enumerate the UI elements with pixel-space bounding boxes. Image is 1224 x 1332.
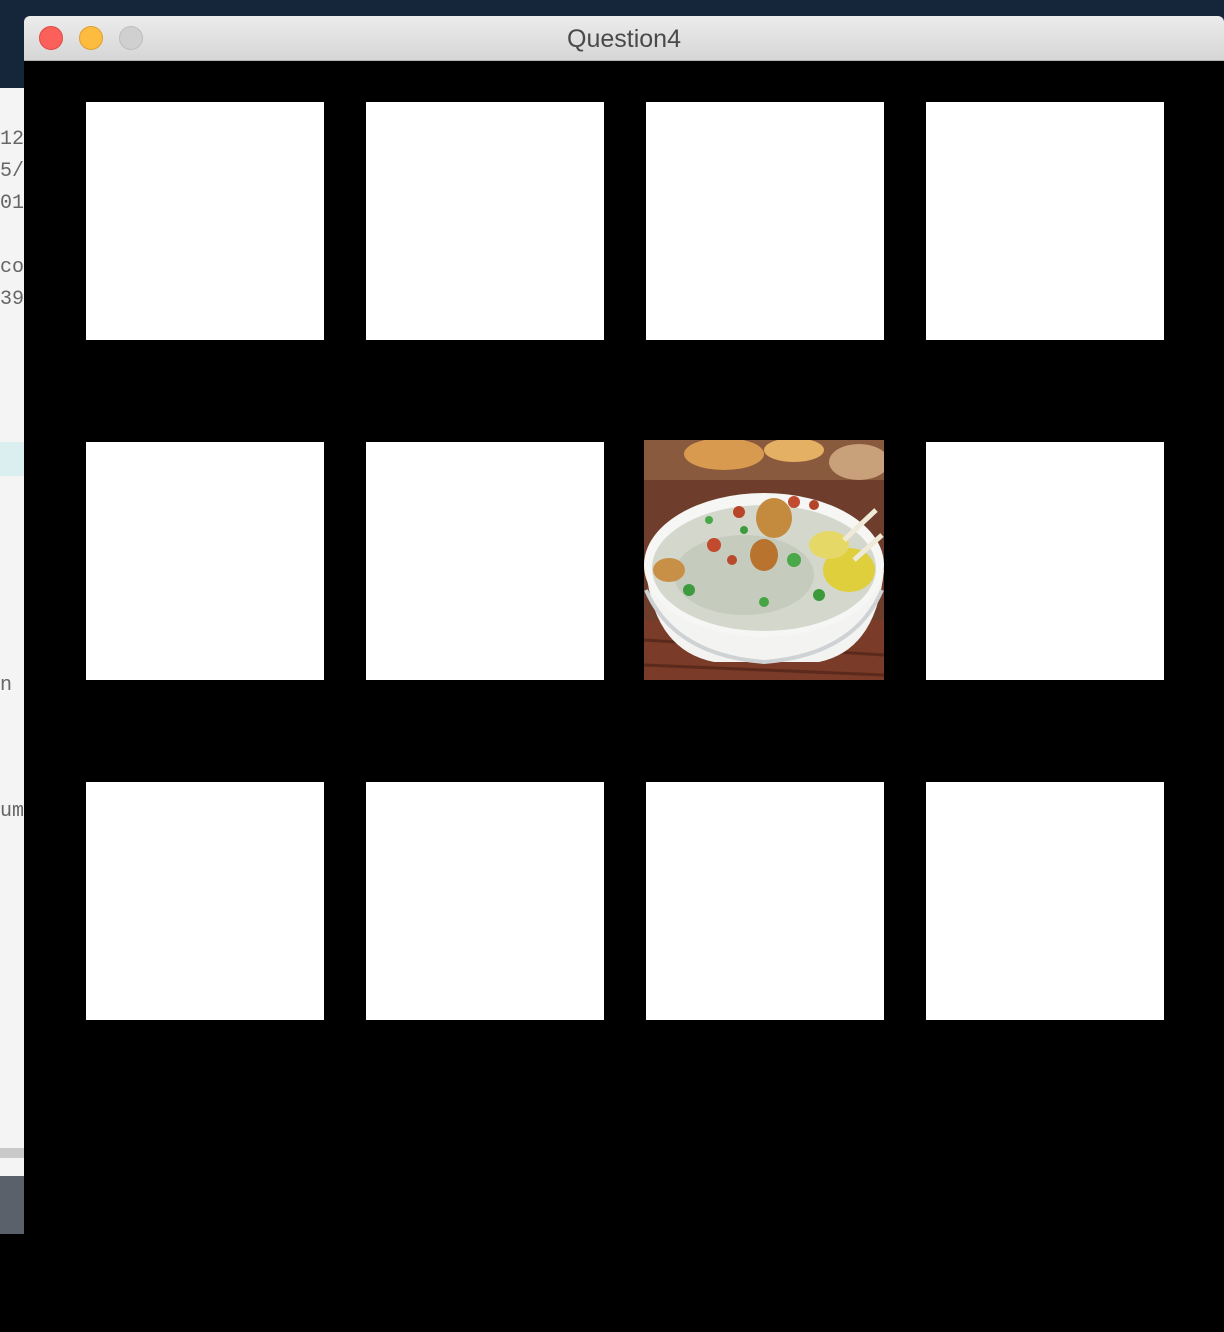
background-editor-window: 121 5/0 013 co 39% n p umb <box>0 88 24 1234</box>
card-back[interactable] <box>926 442 1164 680</box>
background-text-line: 013 <box>0 192 24 215</box>
card-back[interactable] <box>86 102 324 340</box>
card-back[interactable] <box>366 102 604 340</box>
background-status-area <box>0 1176 24 1234</box>
background-text-line: 5/0 <box>0 160 24 183</box>
card-back[interactable] <box>926 782 1164 1020</box>
title-bar[interactable]: Question4 <box>24 16 1224 61</box>
background-text-line: co <box>0 256 24 279</box>
card-back[interactable] <box>646 102 884 340</box>
card-back[interactable] <box>926 102 1164 340</box>
card-back[interactable] <box>86 442 324 680</box>
background-text-line: n p <box>0 674 24 697</box>
window-title: Question4 <box>567 25 681 53</box>
background-scrollbar <box>0 1148 24 1158</box>
card-back[interactable] <box>366 782 604 1020</box>
card-back[interactable] <box>646 782 884 1020</box>
background-text-line: 39% <box>0 288 24 311</box>
memory-game-board <box>24 61 1224 1260</box>
background-line-highlight <box>0 442 24 476</box>
background-text-line: 121 <box>0 128 24 151</box>
app-window: Question4 <box>24 16 1224 1260</box>
congee-bowl-image <box>644 440 884 680</box>
card-back[interactable] <box>366 442 604 680</box>
card-back[interactable] <box>86 782 324 1020</box>
background-text-line: umb <box>0 800 24 823</box>
card-revealed-congee[interactable] <box>644 440 884 680</box>
